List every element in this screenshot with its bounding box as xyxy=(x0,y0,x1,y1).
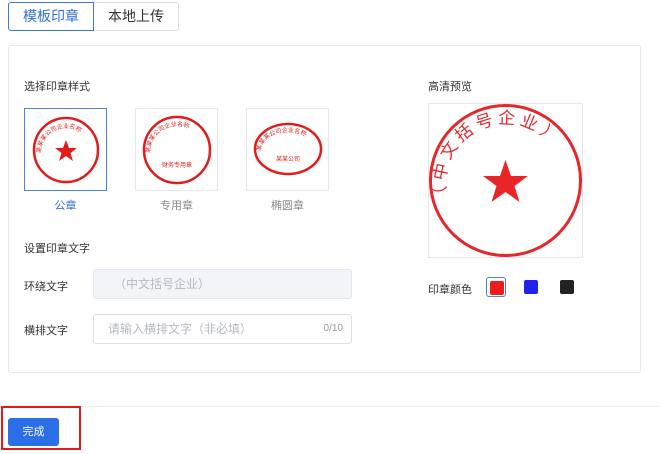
svg-text:某某某公司企业名称: 某某某公司企业名称 xyxy=(145,120,191,153)
color-swatch-red[interactable] xyxy=(486,277,506,297)
text-section-title: 设置印章文字 xyxy=(24,243,90,255)
done-button-highlight xyxy=(1,406,81,450)
special-seal-center-text: 财务专用章 xyxy=(162,161,192,169)
ring-text-label: 环绕文字 xyxy=(24,281,68,293)
official-seal-thumbnail: 某某某公司企业名称 xyxy=(32,116,100,184)
style-option-special-seal-label[interactable]: 专用章 xyxy=(135,197,218,213)
horizontal-text-counter: 0/10 xyxy=(323,323,343,334)
style-option-oval-seal-label[interactable]: 椭圆章 xyxy=(246,197,329,213)
style-option-oval-seal[interactable]: 某某某公司企业名称 某某公司 xyxy=(246,108,329,191)
seal-source-tabs: 模板印章 本地上传 xyxy=(8,2,179,31)
seal-preview-image: （中文括号企业） xyxy=(429,104,582,257)
footer-divider xyxy=(0,406,660,407)
special-seal-thumbnail: 某某某公司企业名称 财务专用章 xyxy=(142,115,212,185)
oval-seal-center-text: 某某公司 xyxy=(276,156,300,163)
style-section-title: 选择印章样式 xyxy=(24,81,90,93)
style-option-official-seal-label[interactable]: 公章 xyxy=(24,197,107,213)
color-swatch-red-fill xyxy=(490,281,504,295)
seal-preview: （中文括号企业） xyxy=(428,103,583,258)
style-option-official-seal[interactable]: 某某某公司企业名称 xyxy=(24,108,107,191)
horizontal-text-placeholder: 请输入横排文字（非必填） xyxy=(108,322,253,336)
oval-seal-ring-text: 某某某公司企业名称 xyxy=(256,126,308,152)
color-swatch-black[interactable] xyxy=(557,277,577,297)
seal-settings-panel: 选择印章样式 某某某公司企业名称 公章 某某某公司企业名称 财务专用章 专用章 … xyxy=(8,45,641,373)
seal-star-icon xyxy=(483,160,528,202)
special-seal-ring-text: 某某某公司企业名称 xyxy=(145,120,191,153)
horizontal-text-label: 横排文字 xyxy=(24,325,68,337)
color-swatch-blue-fill xyxy=(524,280,538,294)
style-option-special-seal[interactable]: 某某某公司企业名称 财务专用章 xyxy=(135,108,218,191)
horizontal-text-input[interactable]: 请输入横排文字（非必填） 0/10 xyxy=(93,314,352,344)
preview-title: 高清预览 xyxy=(428,81,472,93)
tab-template-seal[interactable]: 模板印章 xyxy=(8,2,94,31)
color-swatch-blue[interactable] xyxy=(521,277,541,297)
oval-seal-thumbnail: 某某某公司企业名称 某某公司 xyxy=(253,122,323,176)
ring-text-input[interactable]: （中文括号企业） xyxy=(93,269,352,299)
tab-local-upload[interactable]: 本地上传 xyxy=(94,2,179,31)
svg-text:某某某公司企业名称: 某某某公司企业名称 xyxy=(256,126,308,152)
seal-color-label: 印章颜色 xyxy=(428,284,472,296)
color-swatch-black-fill xyxy=(560,280,574,294)
